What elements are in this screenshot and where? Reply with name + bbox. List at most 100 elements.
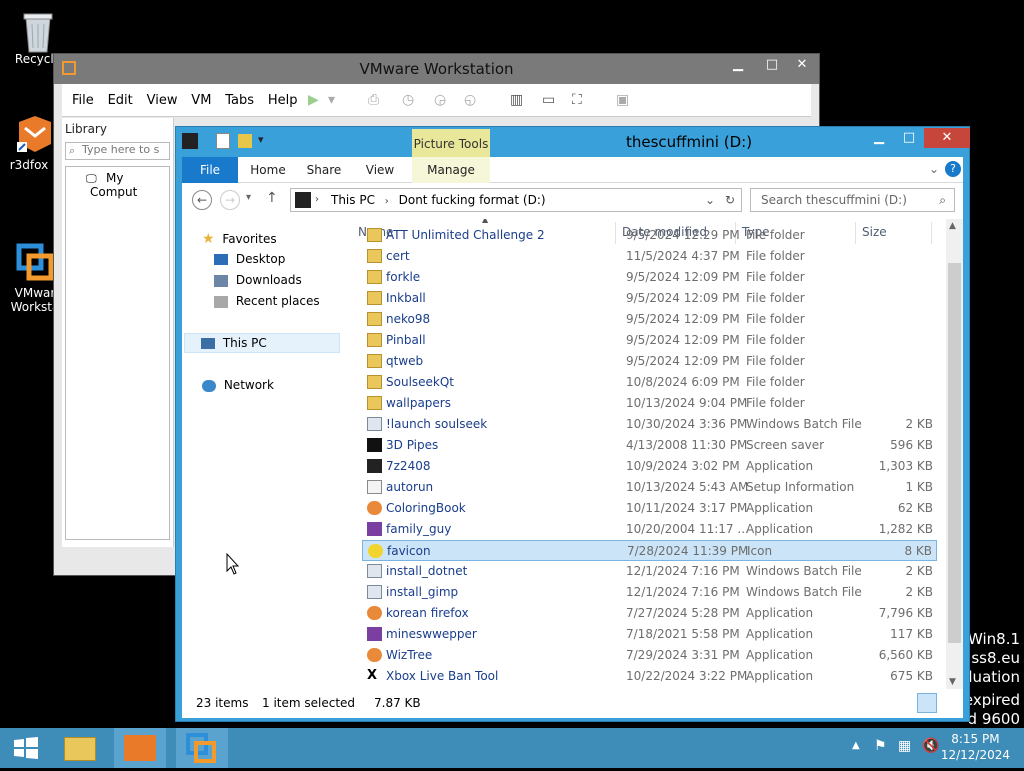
action-center-flag-icon[interactable]: ⚑: [874, 738, 887, 754]
file-row[interactable]: wallpapers 10/13/2024 9:04 PM File folder: [362, 393, 937, 414]
explorer-titlebar[interactable]: ▾ Picture Tools thescuffmini (D:) ▁ □ ✕: [176, 127, 970, 157]
nav-item-desktop[interactable]: Desktop: [214, 252, 285, 266]
file-row[interactable]: mineswwepper 7/18/2021 5:58 PM Application…: [362, 624, 937, 645]
breadcrumb-separator: ›: [384, 196, 389, 207]
file-date: 12/1/2024 7:16 PM: [626, 585, 740, 599]
tree-item-my-computer[interactable]: My Comput: [90, 171, 137, 199]
folder-icon: [367, 333, 382, 347]
large-icons-view-icon[interactable]: [941, 693, 961, 713]
chevron-down-icon[interactable]: ⌄: [705, 189, 715, 211]
show-hidden-icons-icon[interactable]: ▲: [852, 740, 860, 751]
refresh-icon[interactable]: ↻: [725, 189, 735, 211]
file-row[interactable]: SoulseekQt 10/8/2024 6:09 PM File folder: [362, 372, 937, 393]
properties-icon[interactable]: [216, 133, 230, 149]
address-input[interactable]: › This PC › Dont fucking format (D:) ⌄ ↻: [290, 188, 742, 212]
nav-label: Network: [223, 378, 274, 392]
tab-view[interactable]: View: [354, 157, 406, 183]
file-row[interactable]: favicon 7/28/2024 11:39 PM Icon 8 KB: [362, 540, 937, 561]
vertical-scrollbar[interactable]: ▲ ▼: [946, 219, 963, 689]
menu-edit[interactable]: Edit: [108, 84, 133, 117]
close-button[interactable]: ✕: [785, 55, 819, 75]
address-bar-row: ← → ▾ ↑ › This PC › Dont fucking format …: [182, 183, 963, 219]
snapshot-icon[interactable]: ◷: [402, 92, 420, 108]
taskbar-file-explorer[interactable]: [54, 728, 106, 768]
vmware-titlebar[interactable]: VMware Workstation ▁ □ ✕: [54, 54, 819, 84]
file-row[interactable]: cert 11/5/2024 4:37 PM File folder: [362, 246, 937, 267]
file-row[interactable]: family_guy 10/20/2004 11:17 ... Applicatio…: [362, 519, 937, 540]
console-view-icon[interactable]: ▣: [616, 92, 634, 108]
menu-view[interactable]: View: [147, 84, 178, 117]
library-view-icon[interactable]: ▥: [510, 92, 528, 108]
search-input[interactable]: Search thescuffmini (D:) ⌕: [750, 188, 955, 212]
details-view-icon[interactable]: [917, 693, 937, 713]
chevron-down-icon[interactable]: ⌄: [929, 162, 939, 176]
drive-icon: [295, 192, 311, 208]
library-search-input[interactable]: ⌕ Type here to s: [65, 142, 170, 160]
maximize-button[interactable]: □: [755, 55, 789, 75]
file-row[interactable]: X Xbox Live Ban Tool 10/22/2024 3:22 PM App…: [362, 666, 937, 687]
file-row[interactable]: WizTree 7/29/2024 3:31 PM Application 6,560…: [362, 645, 937, 666]
clock-date: 12/12/2024: [940, 748, 1010, 762]
menu-vm[interactable]: VM: [191, 84, 211, 117]
breadcrumb-this-pc[interactable]: This PC: [331, 193, 375, 207]
nav-item-downloads[interactable]: Downloads: [214, 273, 302, 287]
file-row[interactable]: ATT Unlimited Challenge 2 9/5/2024 12:29 …: [362, 225, 937, 246]
volume-muted-icon[interactable]: 🔇: [922, 738, 939, 754]
breadcrumb-drive[interactable]: Dont fucking format (D:): [399, 193, 546, 207]
file-type: Application: [746, 459, 814, 473]
revert-snapshot-icon[interactable]: ◶: [434, 92, 452, 108]
file-row[interactable]: neko98 9/5/2024 12:09 PM File folder: [362, 309, 937, 330]
nav-item-network[interactable]: Network: [202, 378, 274, 392]
file-row[interactable]: Inkball 9/5/2024 12:09 PM File folder: [362, 288, 937, 309]
chevron-down-icon[interactable]: ▾: [258, 133, 264, 146]
recent-locations-icon[interactable]: ▾: [246, 192, 251, 203]
taskbar-r3dfox[interactable]: [114, 728, 166, 768]
tab-home[interactable]: Home: [242, 157, 294, 183]
nav-item-recent-places[interactable]: Recent places: [214, 294, 320, 308]
file-row[interactable]: Pinball 9/5/2024 12:09 PM File folder: [362, 330, 937, 351]
clock[interactable]: 8:15 PM 12/12/2024: [941, 731, 1010, 763]
network-tray-icon[interactable]: ▦: [898, 738, 911, 754]
status-bar: 23 items 1 item selected 7.87 KB: [182, 689, 963, 718]
file-row[interactable]: install_gimp 12/1/2024 7:16 PM Windows Bat…: [362, 582, 937, 603]
fullscreen-icon[interactable]: ⛶: [572, 92, 590, 108]
file-row[interactable]: !launch soulseek 10/30/2024 3:36 PM Window…: [362, 414, 937, 435]
start-button[interactable]: [0, 728, 52, 768]
up-icon[interactable]: ↑: [266, 190, 278, 206]
file-row[interactable]: korean firefox 7/27/2024 5:28 PM Applicati…: [362, 603, 937, 624]
new-folder-icon[interactable]: [238, 134, 252, 148]
nav-item-favorites[interactable]: ★ Favorites: [202, 231, 277, 247]
chevron-down-icon[interactable]: ▾: [328, 92, 346, 108]
file-row[interactable]: ColoringBook 10/11/2024 3:17 PM Applicatio…: [362, 498, 937, 519]
forward-icon[interactable]: →: [220, 190, 240, 210]
file-row[interactable]: autorun 10/13/2024 5:43 AM Setup Informati…: [362, 477, 937, 498]
minimize-button[interactable]: ▁: [721, 55, 755, 75]
nav-item-this-pc[interactable]: This PC: [184, 333, 340, 353]
play-icon[interactable]: ▶: [308, 92, 326, 108]
help-icon[interactable]: ?: [945, 161, 961, 177]
maximize-button[interactable]: □: [896, 128, 922, 148]
file-row[interactable]: qtweb 9/5/2024 12:09 PM File folder: [362, 351, 937, 372]
file-row[interactable]: forkle 9/5/2024 12:09 PM File folder: [362, 267, 937, 288]
tab-manage[interactable]: Manage: [412, 157, 490, 183]
menu-help[interactable]: Help: [268, 84, 298, 117]
scroll-down-icon[interactable]: ▼: [949, 677, 956, 687]
tab-share[interactable]: Share: [298, 157, 350, 183]
close-button[interactable]: ✕: [924, 128, 970, 148]
menu-file[interactable]: File: [72, 84, 94, 117]
send-keys-icon[interactable]: ⎙: [368, 92, 386, 108]
file-name: 7z2408: [386, 459, 431, 473]
scrollbar-thumb[interactable]: [948, 263, 961, 643]
tab-file[interactable]: File: [182, 157, 238, 183]
minimize-button[interactable]: ▁: [866, 128, 892, 148]
taskbar-vmware[interactable]: [176, 728, 228, 768]
file-row[interactable]: 3D Pipes 4/13/2008 11:30 PM Screen saver 59…: [362, 435, 937, 456]
menu-tabs[interactable]: Tabs: [225, 84, 254, 117]
manage-snapshots-icon[interactable]: ◵: [464, 92, 482, 108]
file-row[interactable]: 7z2408 10/9/2024 3:02 PM Application 1,303 …: [362, 456, 937, 477]
back-icon[interactable]: ←: [192, 190, 212, 210]
file-type: File folder: [746, 291, 805, 305]
file-row[interactable]: install_dotnet 12/1/2024 7:16 PM Windows B…: [362, 561, 937, 582]
scroll-up-icon[interactable]: ▲: [949, 221, 956, 231]
thumbnail-view-icon[interactable]: ▭: [542, 92, 560, 108]
